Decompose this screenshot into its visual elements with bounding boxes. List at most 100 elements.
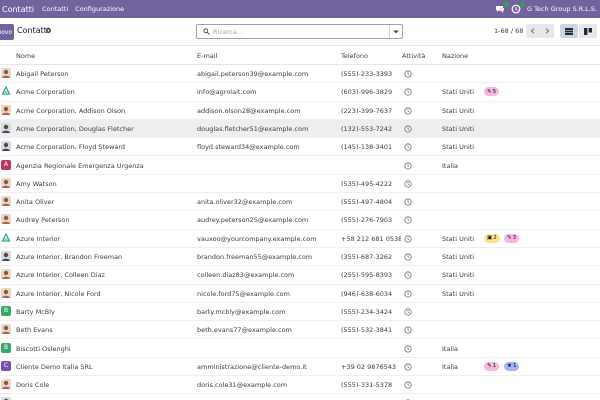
activity-clock-icon[interactable] (404, 70, 412, 78)
search-icon (203, 28, 210, 35)
table-row[interactable]: Acme Corporation, Floyd Steward floyd.ste… (0, 138, 600, 157)
contact-phone: (555)-276-7903 (341, 216, 393, 225)
activity-tag[interactable]: ✎ 1 (484, 361, 500, 371)
pencil-icon: ✎ (487, 363, 492, 370)
chat-badge (503, 2, 509, 7)
column-header-name[interactable]: Nome (16, 52, 35, 60)
activity-clock-icon[interactable] (404, 289, 412, 298)
list-view-icon (565, 27, 573, 35)
contact-email: doris.cole31@example.com (197, 381, 288, 390)
table-row[interactable]: Audrey Peterson audrey.peterson25@example… (0, 211, 600, 230)
activity-clock-icon[interactable] (404, 308, 412, 316)
contacts-table: Nome E-mail Telefono Attività Nazione Ab… (0, 46, 600, 400)
activity-clock-icon[interactable] (404, 381, 412, 389)
activity-clock-icon[interactable] (404, 216, 412, 224)
contact-country: Stati Uniti (442, 143, 475, 152)
activity-clock-icon[interactable] (404, 271, 412, 279)
activity-clock-icon[interactable] (404, 363, 412, 371)
contact-email: addison.olson28@example.com (197, 106, 301, 115)
pager-value[interactable]: 1-68 / 68 (494, 27, 523, 35)
list-view-button[interactable] (560, 24, 578, 38)
table-row[interactable]: Beth Evans beth.evans77@example.com (555)-… (0, 321, 600, 340)
table-row[interactable]: B Biscotti Oslenghi Italia (0, 340, 600, 358)
activity-clock-icon[interactable] (404, 88, 412, 96)
activity-tag[interactable]: ✎ 5 (484, 87, 500, 97)
activity-clock-icon[interactable] (404, 235, 412, 243)
new-button[interactable]: uovo (0, 24, 14, 40)
contact-name: Acme Corporation, Floyd Steward (16, 143, 126, 152)
activity-clock-icon[interactable] (511, 2, 525, 14)
avatar (1, 68, 11, 78)
avatar (1, 177, 11, 188)
column-header-email[interactable]: E-mail (197, 52, 217, 60)
activity-clock-icon[interactable] (404, 143, 412, 151)
table-row[interactable]: Acme Corporation, Addison Olson addison.o… (0, 102, 600, 120)
search-input[interactable] (213, 26, 383, 37)
table-row[interactable]: B Barty McBly barty.mcbly@example.com (555)… (0, 303, 600, 322)
gear-icon[interactable] (45, 27, 52, 34)
contact-name: Biscotti Oslenghi (16, 344, 71, 353)
pager-previous-button[interactable] (526, 24, 540, 38)
table-row[interactable]: C Cliente Demo Italia SRL amministrazione@… (0, 358, 600, 377)
table-row[interactable]: Azure Interior vauxoo@yourcompany.example… (0, 230, 600, 248)
activity-clock-icon[interactable] (404, 344, 412, 353)
activity-tag[interactable]: ▣ 2 (484, 233, 500, 243)
table-row[interactable]: Amy Watson (535)-495-4222 (0, 175, 600, 194)
pencil-icon: ✎ (507, 235, 512, 242)
contact-phone: +39 02 9876543 (341, 362, 397, 371)
avatar: C (1, 360, 11, 371)
menu-contatti[interactable]: Contatti (42, 5, 68, 13)
activity-clock-icon[interactable] (404, 125, 412, 133)
contact-country: Italia (442, 344, 459, 353)
avatar: B (1, 342, 11, 353)
app-name[interactable]: Contatti (2, 5, 34, 14)
menu-configurazione[interactable]: Configurazione (75, 5, 124, 13)
contact-email: abigail.peterson39@example.com (197, 70, 309, 78)
search-bar[interactable] (196, 24, 403, 39)
activity-clock-icon[interactable] (404, 253, 412, 261)
pager-next-button[interactable] (540, 24, 554, 38)
activity-clock-icon[interactable] (404, 180, 412, 188)
activity-clock-icon[interactable] (404, 106, 412, 115)
contact-phone: (946)-638-6034 (341, 289, 393, 298)
contact-country: Stati Uniti (442, 106, 475, 115)
contact-phone: (555)-234-3424 (341, 307, 393, 316)
table-row[interactable]: Abigail Peterson abigail.peterson39@examp… (0, 65, 600, 84)
contact-phone: +58 212 681 0538 (341, 234, 401, 243)
contact-country: Stati Uniti (442, 253, 475, 261)
contact-name: Beth Evans (16, 326, 53, 335)
contact-name: Azure Interior, Colleen Diaz (16, 271, 105, 280)
chevron-right-icon (545, 28, 550, 34)
column-header-country[interactable]: Nazione (442, 52, 468, 60)
column-header-phone[interactable]: Telefono (341, 52, 368, 60)
activity-clock-icon[interactable] (404, 198, 412, 206)
contact-country: Italia (442, 161, 459, 170)
table-row[interactable]: Acme Corporation info@agrolait.com (603)-9… (0, 83, 600, 102)
caret-down-icon (393, 30, 399, 33)
table-row[interactable]: A Agenzia Regionale Emergenza Urgenza Ital… (0, 157, 600, 175)
table-row[interactable]: Eli Lamberteli.lambert@example.com(555)-… (0, 394, 600, 400)
avatar (1, 287, 11, 298)
contact-phone: (535)-495-4222 (341, 179, 393, 188)
table-row[interactable]: Azure Interior, Colleen Diaz colleen.diaz… (0, 266, 600, 285)
contact-email: nicole.ford75@example.com (197, 289, 290, 298)
activity-tag[interactable]: ★ 1 (504, 361, 520, 371)
table-row[interactable]: Azure Interior, Nicole Ford nicole.ford75… (0, 285, 600, 303)
contact-name: Azure Interior, Brandon Freeman (16, 253, 123, 261)
table-row[interactable]: Azure Interior, Brandon Freeman brandon.f… (0, 248, 600, 267)
company-name[interactable]: G Tech Group S.R.L.S. (527, 5, 597, 13)
table-row[interactable]: Anita Oliver anita.oliver32@example.com (5… (0, 193, 600, 212)
contact-name: Agenzia Regionale Emergenza Urgenza (16, 161, 144, 170)
activity-clock-icon[interactable] (404, 326, 412, 334)
table-row[interactable]: Acme Corporation, Douglas Fletcher dougla… (0, 119, 600, 139)
table-row[interactable]: Doris Cole doris.cole31@example.com (555)-… (0, 376, 600, 395)
contact-phone: (555)-532-3841 (341, 326, 393, 335)
kanban-view-button[interactable] (579, 24, 597, 38)
column-header-activity[interactable]: Attività (402, 52, 425, 60)
activity-tag[interactable]: ✎ 3 (504, 233, 520, 243)
activity-clock-icon[interactable] (404, 161, 412, 170)
chat-icon[interactable] (495, 2, 509, 14)
contact-phone: (603)-996-3829 (341, 88, 393, 97)
search-options-toggle[interactable] (389, 25, 402, 38)
contact-phone: (555)-233-3393 (341, 70, 393, 78)
